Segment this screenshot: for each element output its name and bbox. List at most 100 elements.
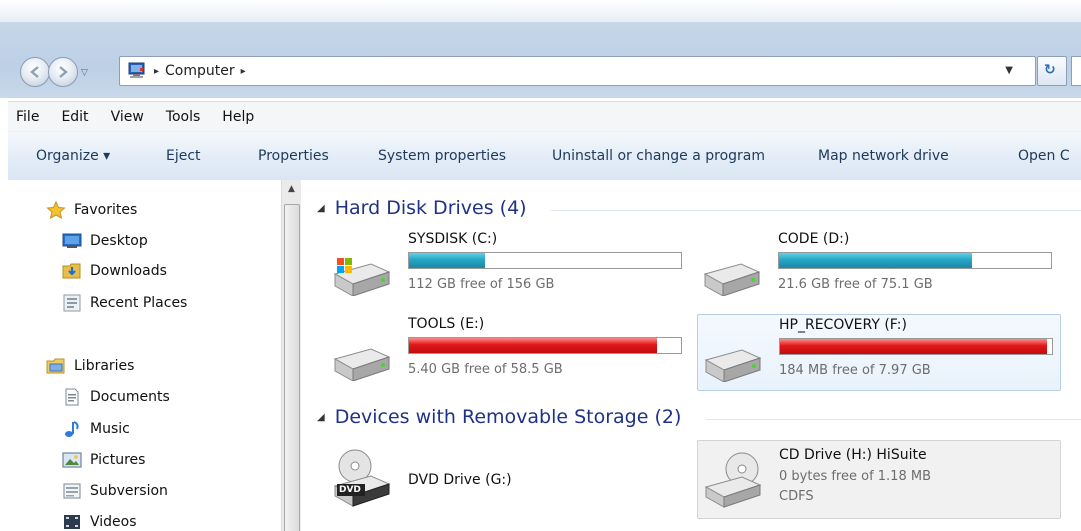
menu-help[interactable]: Help xyxy=(211,109,265,125)
drive-name: CD Drive (H:) HiSuite xyxy=(779,447,927,463)
music-note-icon xyxy=(62,420,84,438)
explorer-window: ▽ ▸ Computer ▸ ▼ ↻ File Edit View Tools … xyxy=(0,0,1081,531)
film-icon xyxy=(62,513,84,531)
search-box[interactable] xyxy=(1071,56,1081,86)
drive-tile-d[interactable]: CODE (D:) 21.6 GB free of 75.1 GB xyxy=(671,228,1052,303)
breadcrumb-computer[interactable]: Computer xyxy=(165,63,235,79)
downloads-folder-icon xyxy=(62,262,84,280)
drive-tile-c[interactable]: SYSDISK (C:) 112 GB free of 156 GB xyxy=(301,228,682,303)
drive-tile-e[interactable]: TOOLS (E:) 5.40 GB free of 58.5 GB xyxy=(301,313,682,388)
refresh-button[interactable]: ↻ xyxy=(1037,56,1067,86)
group-divider xyxy=(551,210,1081,211)
drive-name: TOOLS (E:) xyxy=(408,316,485,332)
drive-usage-fill xyxy=(409,338,657,353)
nav-libraries[interactable]: Libraries xyxy=(46,357,134,375)
drive-name: DVD Drive (G:) xyxy=(408,472,512,488)
recent-places-icon xyxy=(62,294,84,312)
address-bar[interactable]: ▸ Computer ▸ ▼ xyxy=(119,56,1036,86)
breadcrumb-separator[interactable]: ▸ xyxy=(241,66,246,77)
dvd-drive-icon: DVD xyxy=(331,448,393,508)
properties-button[interactable]: Properties xyxy=(258,148,329,164)
command-bar: Organize ▾ Eject Properties System prope… xyxy=(8,131,1081,181)
nav-subversion[interactable]: Subversion xyxy=(62,482,168,500)
menu-bar: File Edit View Tools Help xyxy=(8,101,1081,132)
nav-downloads[interactable]: Downloads xyxy=(62,262,167,280)
arrow-left-icon xyxy=(30,66,39,78)
system-properties-button[interactable]: System properties xyxy=(378,148,506,164)
desktop-icon xyxy=(62,232,84,250)
drive-free-space: 21.6 GB free of 75.1 GB xyxy=(778,277,933,292)
eject-button[interactable]: Eject xyxy=(166,148,201,164)
documents-icon xyxy=(62,388,84,406)
group-header-removable[interactable]: ◢ Devices with Removable Storage (2) xyxy=(317,406,681,428)
nav-videos[interactable]: Videos xyxy=(62,513,137,531)
star-icon xyxy=(46,200,68,219)
drive-tile-g[interactable]: DVD DVD Drive (G:) xyxy=(301,442,666,522)
drive-name: HP_RECOVERY (F:) xyxy=(779,317,907,333)
scroll-up-arrow-icon[interactable]: ▲ xyxy=(282,184,301,194)
menu-tools[interactable]: Tools xyxy=(155,109,212,125)
address-history-dropdown[interactable]: ▼ xyxy=(1005,65,1013,76)
group-header-hard-disk[interactable]: ◢ Hard Disk Drives (4) xyxy=(317,197,527,219)
windows-drive-icon xyxy=(331,256,393,297)
collapse-triangle-icon[interactable]: ◢ xyxy=(317,203,325,214)
menu-view[interactable]: View xyxy=(100,109,155,125)
drive-tile-h[interactable]: CD Drive (H:) HiSuite 0 bytes free of 1.… xyxy=(697,440,1061,519)
drive-free-space: 184 MB free of 7.97 GB xyxy=(779,363,931,378)
drive-free-space: 112 GB free of 156 GB xyxy=(408,277,555,292)
drive-usage-fill xyxy=(780,339,1047,354)
drive-free-space: 0 bytes free of 1.18 MB xyxy=(779,469,931,484)
refresh-icon: ↻ xyxy=(1044,62,1056,78)
nav-pictures-label: Pictures xyxy=(90,452,146,468)
group-title: Devices with Removable Storage (2) xyxy=(334,406,682,428)
arrow-right-icon xyxy=(59,66,68,78)
nav-recent-places-label: Recent Places xyxy=(90,295,188,311)
hard-drive-icon xyxy=(331,341,393,382)
drive-filesystem: CDFS xyxy=(779,489,814,504)
hard-drive-icon xyxy=(701,256,763,297)
cd-drive-icon xyxy=(702,449,764,509)
nav-favorites-label: Favorites xyxy=(74,202,138,218)
nav-scrollbar[interactable]: ▲ xyxy=(281,180,301,531)
menu-file[interactable]: File xyxy=(8,109,50,125)
computer-icon xyxy=(126,62,148,80)
drive-usage-bar xyxy=(408,252,682,269)
subversion-icon xyxy=(62,482,84,500)
back-button[interactable] xyxy=(20,57,50,87)
nav-favorites[interactable]: Favorites xyxy=(46,200,138,219)
nav-downloads-label: Downloads xyxy=(90,263,167,279)
pictures-icon xyxy=(62,451,84,469)
uninstall-program-button[interactable]: Uninstall or change a program xyxy=(552,148,765,164)
nav-desktop-label: Desktop xyxy=(90,233,148,249)
open-control-panel-button[interactable]: Open C xyxy=(1018,148,1070,164)
menu-edit[interactable]: Edit xyxy=(50,109,99,125)
navigation-pane: Favorites Desktop Downloads Recent Place… xyxy=(8,180,281,531)
nav-documents[interactable]: Documents xyxy=(62,388,170,406)
nav-music[interactable]: Music xyxy=(62,420,130,438)
nav-pictures[interactable]: Pictures xyxy=(62,451,145,469)
nav-documents-label: Documents xyxy=(90,389,170,405)
organize-button[interactable]: Organize ▾ xyxy=(36,148,110,164)
drive-name: SYSDISK (C:) xyxy=(408,231,498,247)
collapse-triangle-icon[interactable]: ◢ xyxy=(317,412,325,423)
libraries-icon xyxy=(46,357,68,375)
drive-tile-f[interactable]: HP_RECOVERY (F:) 184 MB free of 7.97 GB xyxy=(697,314,1061,391)
group-title: Hard Disk Drives (4) xyxy=(334,197,527,219)
drive-usage-bar xyxy=(779,338,1053,355)
nav-recent-places[interactable]: Recent Places xyxy=(62,294,187,312)
scroll-thumb[interactable] xyxy=(284,204,300,531)
hard-drive-icon xyxy=(702,342,764,383)
forward-button[interactable] xyxy=(48,57,78,87)
content-area: ◢ Hard Disk Drives (4) SYSDISK (C:) 112 … xyxy=(301,180,1081,531)
nav-desktop[interactable]: Desktop xyxy=(62,232,148,250)
breadcrumb-separator[interactable]: ▸ xyxy=(154,66,159,77)
group-divider xyxy=(706,419,1081,420)
drive-name: CODE (D:) xyxy=(778,231,850,247)
nav-music-label: Music xyxy=(90,421,130,437)
recent-pages-dropdown[interactable]: ▽ xyxy=(81,68,88,78)
drive-usage-bar xyxy=(778,252,1052,269)
drive-usage-bar xyxy=(408,337,682,354)
drive-free-space: 5.40 GB free of 58.5 GB xyxy=(408,362,563,377)
nav-subversion-label: Subversion xyxy=(90,483,168,499)
map-network-drive-button[interactable]: Map network drive xyxy=(818,148,949,164)
